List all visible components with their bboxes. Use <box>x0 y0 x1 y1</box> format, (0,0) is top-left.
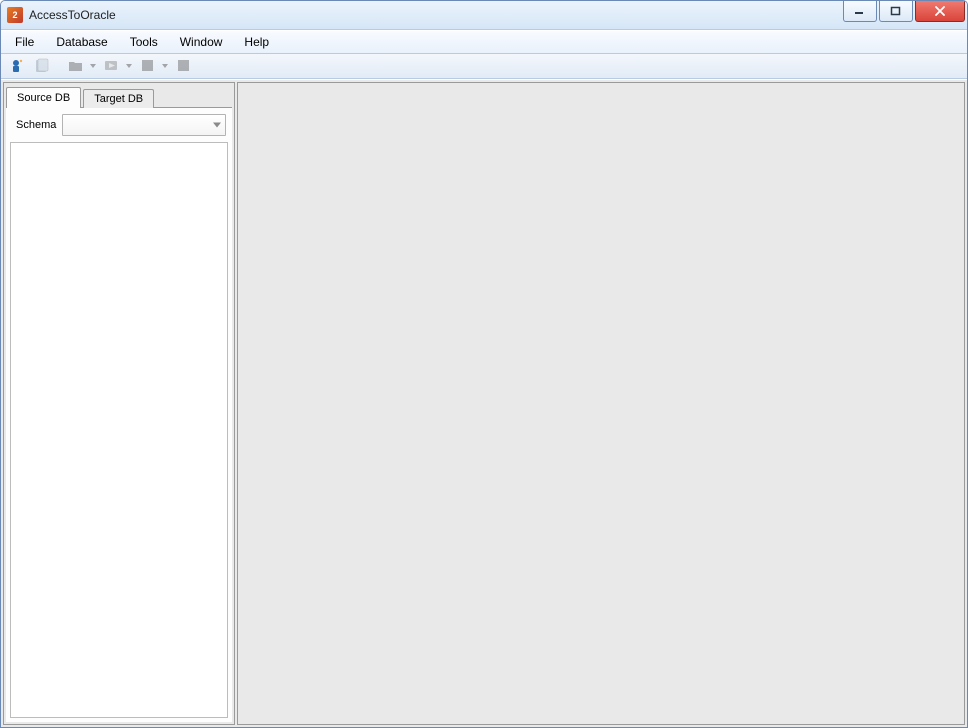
toolbar-wizard-button[interactable] <box>5 55 27 77</box>
toolbar-execute-group <box>101 55 133 77</box>
toolbar-open-button[interactable] <box>65 55 87 77</box>
stop-icon <box>176 58 192 74</box>
content-panel <box>237 82 965 725</box>
folder-icon <box>68 58 84 74</box>
maximize-icon <box>890 6 902 16</box>
tab-target-db[interactable]: Target DB <box>83 89 154 108</box>
window-title: AccessToOracle <box>29 8 843 22</box>
stop-icon <box>140 58 156 74</box>
toolbar-open-dropdown[interactable] <box>89 56 97 76</box>
wizard-icon <box>8 58 24 74</box>
object-tree[interactable] <box>10 142 228 718</box>
client-area: Source DB Target DB Schema <box>1 79 967 727</box>
app-icon <box>7 7 23 23</box>
toolbar-open-group <box>65 55 97 77</box>
app-window: AccessToOracle File Database Tools Windo… <box>0 0 968 728</box>
chevron-down-icon <box>162 63 168 69</box>
schema-label: Schema <box>16 119 56 131</box>
source-db-panel: Schema <box>6 107 232 722</box>
toolbar-execute-button[interactable] <box>101 55 123 77</box>
menu-window[interactable]: Window <box>170 33 233 51</box>
toolbar-sessions-button[interactable] <box>31 55 53 77</box>
toolbar-stop-group <box>137 55 169 77</box>
menubar: File Database Tools Window Help <box>1 30 967 54</box>
window-controls <box>843 1 965 29</box>
toolbar-execute-dropdown[interactable] <box>125 56 133 76</box>
toolbar-stop-dropdown[interactable] <box>161 56 169 76</box>
left-panel: Source DB Target DB Schema <box>3 82 235 725</box>
chevron-down-icon <box>126 63 132 69</box>
menu-tools[interactable]: Tools <box>120 33 168 51</box>
menu-help[interactable]: Help <box>234 33 279 51</box>
close-icon <box>934 6 946 16</box>
minimize-button[interactable] <box>843 1 877 22</box>
execute-icon <box>104 58 120 74</box>
schema-combobox[interactable] <box>62 114 226 136</box>
toolbar-stop-button[interactable] <box>137 55 159 77</box>
menu-database[interactable]: Database <box>46 33 117 51</box>
chevron-down-icon <box>213 123 221 128</box>
toolbar-stop2-button[interactable] <box>173 55 195 77</box>
sessions-icon <box>34 58 50 74</box>
minimize-icon <box>854 6 866 16</box>
maximize-button[interactable] <box>879 1 913 22</box>
schema-row: Schema <box>6 108 232 142</box>
close-button[interactable] <box>915 1 965 22</box>
tab-source-db[interactable]: Source DB <box>6 87 81 108</box>
db-tabstrip: Source DB Target DB <box>4 83 234 107</box>
menu-file[interactable]: File <box>5 33 44 51</box>
toolbar <box>1 54 967 79</box>
chevron-down-icon <box>90 63 96 69</box>
titlebar: AccessToOracle <box>1 1 967 30</box>
